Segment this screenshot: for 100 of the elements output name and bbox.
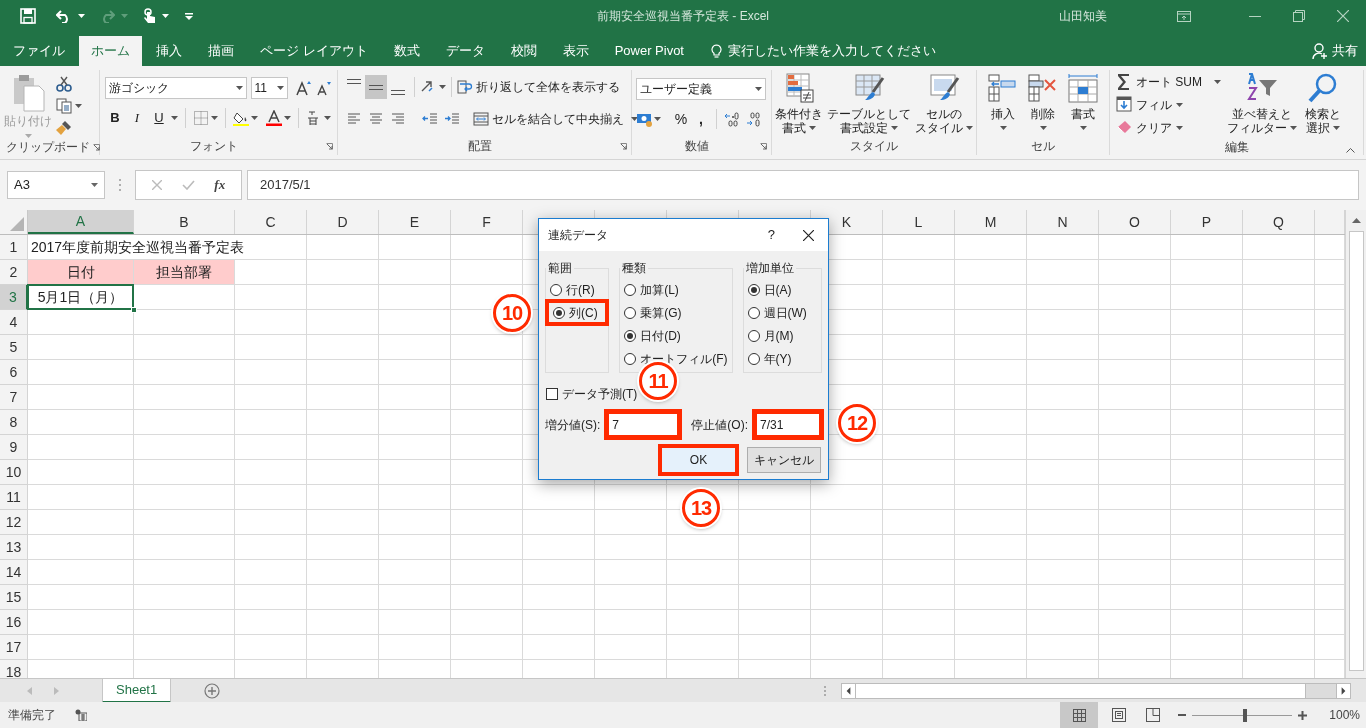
grid-cell[interactable] [883,535,955,560]
cancel-button[interactable]: キャンセル [747,447,821,473]
grid-cell[interactable] [28,635,134,660]
grid-cell[interactable] [1243,260,1315,285]
grid-cell[interactable] [379,485,451,510]
grid-cell[interactable] [1243,635,1315,660]
grid-cell[interactable] [134,585,235,610]
grid-cell[interactable] [307,260,379,285]
grid-cell[interactable] [1243,510,1315,535]
ribbon-tab[interactable]: ファイル [1,36,77,66]
radio-button[interactable] [624,352,637,365]
grid-cell[interactable] [523,535,595,560]
grid-cell[interactable] [134,610,235,635]
grid-cell[interactable] [307,585,379,610]
column-header[interactable]: B [134,210,235,234]
close-icon[interactable] [803,229,814,241]
grid-cell[interactable] [1243,310,1315,335]
grid-cell[interactable] [883,360,955,385]
touch-icon[interactable] [142,8,156,24]
grid-cell[interactable] [1171,435,1243,460]
grid-cell[interactable] [1027,410,1099,435]
increase-indent-icon[interactable] [444,111,460,127]
grid-cell[interactable] [451,535,523,560]
caret-icon[interactable] [1176,102,1183,107]
grid-cell[interactable] [1171,410,1243,435]
align-lines-icon[interactable] [390,111,406,127]
grid-cell[interactable] [379,260,451,285]
grid-cell[interactable] [883,335,955,360]
grid-cell[interactable] [451,335,523,360]
macro-record-icon[interactable] [75,709,87,721]
caret-icon[interactable] [324,116,331,120]
grid-cell[interactable] [955,435,1027,460]
grid-cell[interactable] [235,585,307,610]
grid-cell[interactable] [1243,585,1315,610]
grid-cell[interactable] [739,635,811,660]
grid-cell[interactable] [595,485,667,510]
ribbon-tab[interactable]: 描画 [196,36,246,66]
sort-filter-button[interactable]: 並べ替えと フィルター [1225,70,1299,138]
grid-cell[interactable] [955,310,1027,335]
radio-option[interactable]: 行(R) [546,278,609,301]
scrollbar-thumb[interactable] [856,683,1307,698]
grid-cell[interactable] [883,585,955,610]
grid-cell[interactable] [379,310,451,335]
grid-cell[interactable] [1243,485,1315,510]
caret-icon[interactable] [999,126,1007,130]
grid-cell[interactable] [811,535,883,560]
grid-cell[interactable] [667,610,739,635]
grid-cell[interactable] [1099,335,1171,360]
clear-button[interactable]: クリア [1116,117,1221,138]
grow-font-icon[interactable] [296,80,312,96]
grid-cell[interactable] [1243,235,1315,260]
find-select-button[interactable]: 検索と 選択 [1303,70,1343,138]
radio-button[interactable] [747,352,760,365]
zoom-in-icon[interactable] [1298,710,1308,720]
next-sheet-icon[interactable] [54,686,59,695]
grid-cell[interactable] [1099,610,1171,635]
wrap-text-button[interactable]: 折り返して全体を表示する [457,78,620,96]
caret-icon[interactable] [162,14,169,18]
fill-handle[interactable] [131,307,137,313]
radio-button[interactable] [624,283,637,296]
grid-cell[interactable] [134,635,235,660]
help-button[interactable]: ? [767,225,775,245]
grid-cell[interactable] [307,310,379,335]
grid-cell[interactable] [307,485,379,510]
dialog-launcher-icon[interactable] [620,142,627,150]
grid-cell[interactable] [134,460,235,485]
radio-button[interactable] [747,306,760,319]
zoom-level[interactable]: 100% [1329,706,1360,724]
ribbon-tab[interactable]: 数式 [381,36,432,66]
fill-color-icon[interactable] [233,110,249,126]
grid-cell[interactable] [1171,460,1243,485]
grid-cell[interactable] [307,385,379,410]
grid-cell[interactable] [1027,485,1099,510]
save-icon[interactable] [20,8,36,24]
grid-cell[interactable] [451,260,523,285]
grid-cell[interactable] [1027,360,1099,385]
grid-cell[interactable] [1171,485,1243,510]
radio-option[interactable]: 週日(W) [743,301,821,324]
grid-cell[interactable] [955,235,1027,260]
grid-cell[interactable] [1171,260,1243,285]
grid-cell[interactable] [235,410,307,435]
grid-cell[interactable] [523,560,595,585]
grid-cell[interactable] [379,385,451,410]
dialog-launcher-icon[interactable] [760,142,767,150]
grid-cell[interactable] [28,335,134,360]
dialog-launcher-icon[interactable] [326,142,333,150]
row-header[interactable]: 4 [0,310,28,335]
caret-icon[interactable] [78,14,85,18]
grid-cell[interactable] [28,385,134,410]
radio-button[interactable] [550,283,562,296]
row-header[interactable]: 12 [0,510,28,535]
grid-cell[interactable] [1027,285,1099,310]
grid-cell[interactable] [667,635,739,660]
grid-cell[interactable] [28,435,134,460]
grid-cell[interactable] [134,285,235,310]
column-header[interactable]: C [235,210,307,234]
grid-cell[interactable] [379,335,451,360]
grid-cell[interactable] [883,610,955,635]
grid-cell[interactable] [1099,385,1171,410]
caret-icon[interactable] [235,86,243,90]
